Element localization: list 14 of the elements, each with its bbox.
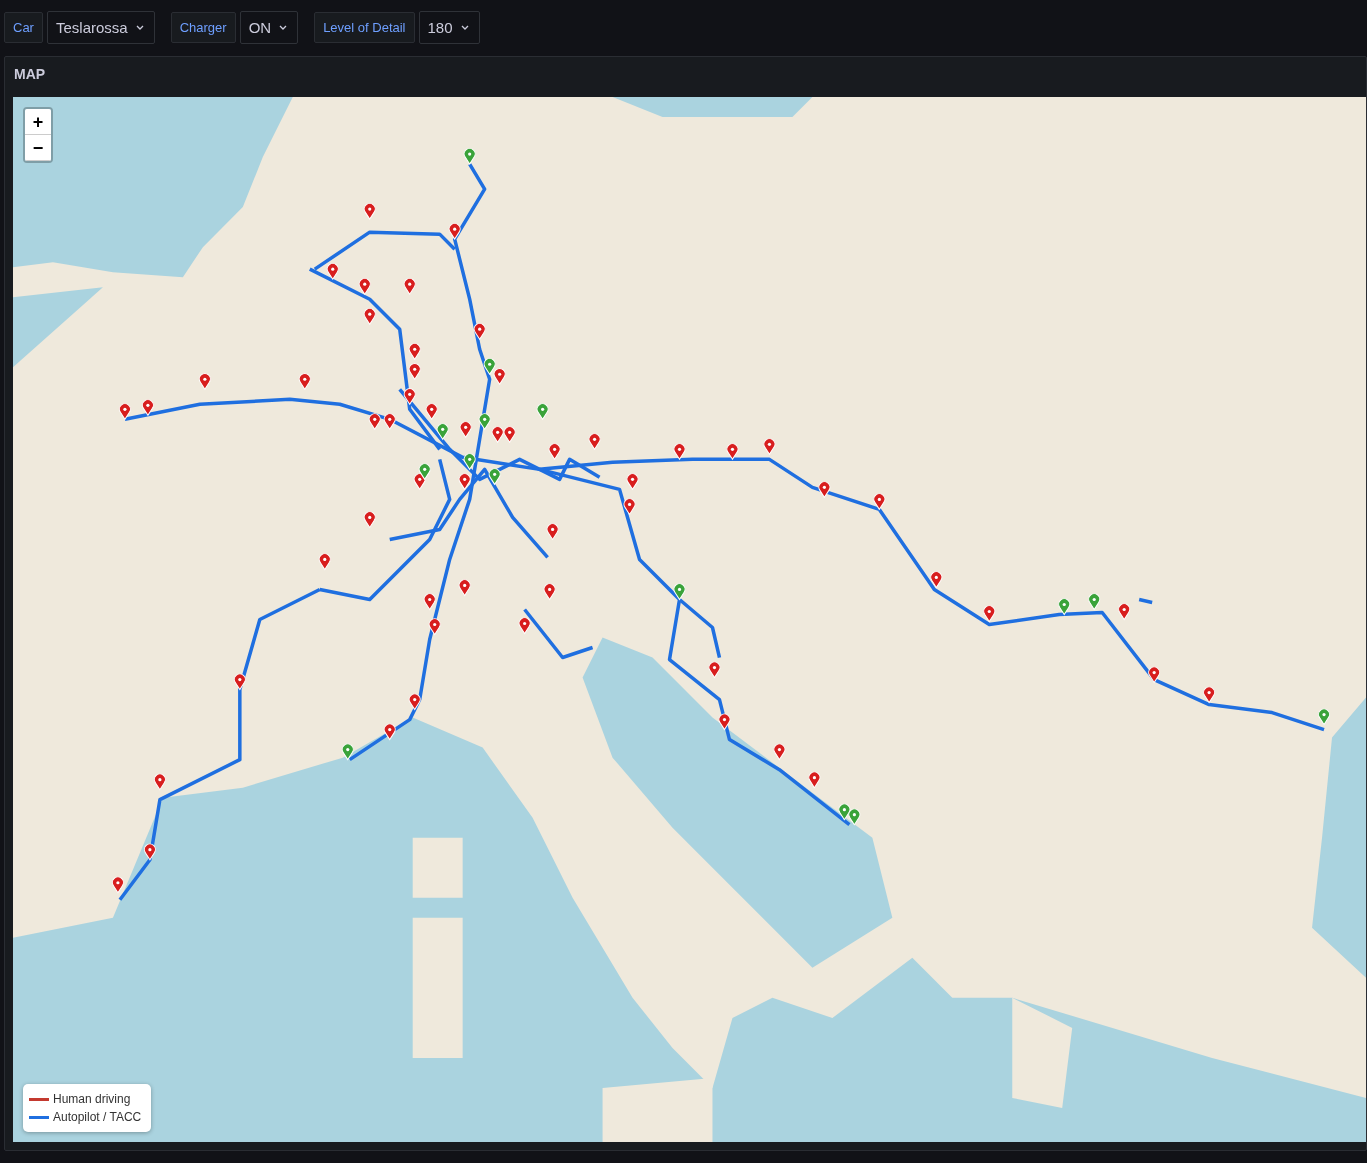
panel-title: MAP <box>13 65 47 84</box>
chevron-down-icon <box>279 24 288 31</box>
zoom-in-button[interactable]: + <box>25 109 51 135</box>
variable-label: Car <box>4 12 43 43</box>
variable-dropdown[interactable]: Teslarossa <box>46 11 155 44</box>
variable-dropdown[interactable]: 180 <box>418 11 480 44</box>
zoom-out-button[interactable]: − <box>25 135 51 161</box>
legend-label: Human driving <box>53 1092 131 1106</box>
legend-label: Autopilot / TACC <box>53 1110 142 1124</box>
variable-label: Level of Detail <box>314 12 415 43</box>
chevron-down-icon <box>460 24 469 31</box>
variable-label: Charger <box>170 12 236 43</box>
chevron-down-icon <box>135 24 144 31</box>
variable-dropdown[interactable]: ON <box>239 11 299 44</box>
